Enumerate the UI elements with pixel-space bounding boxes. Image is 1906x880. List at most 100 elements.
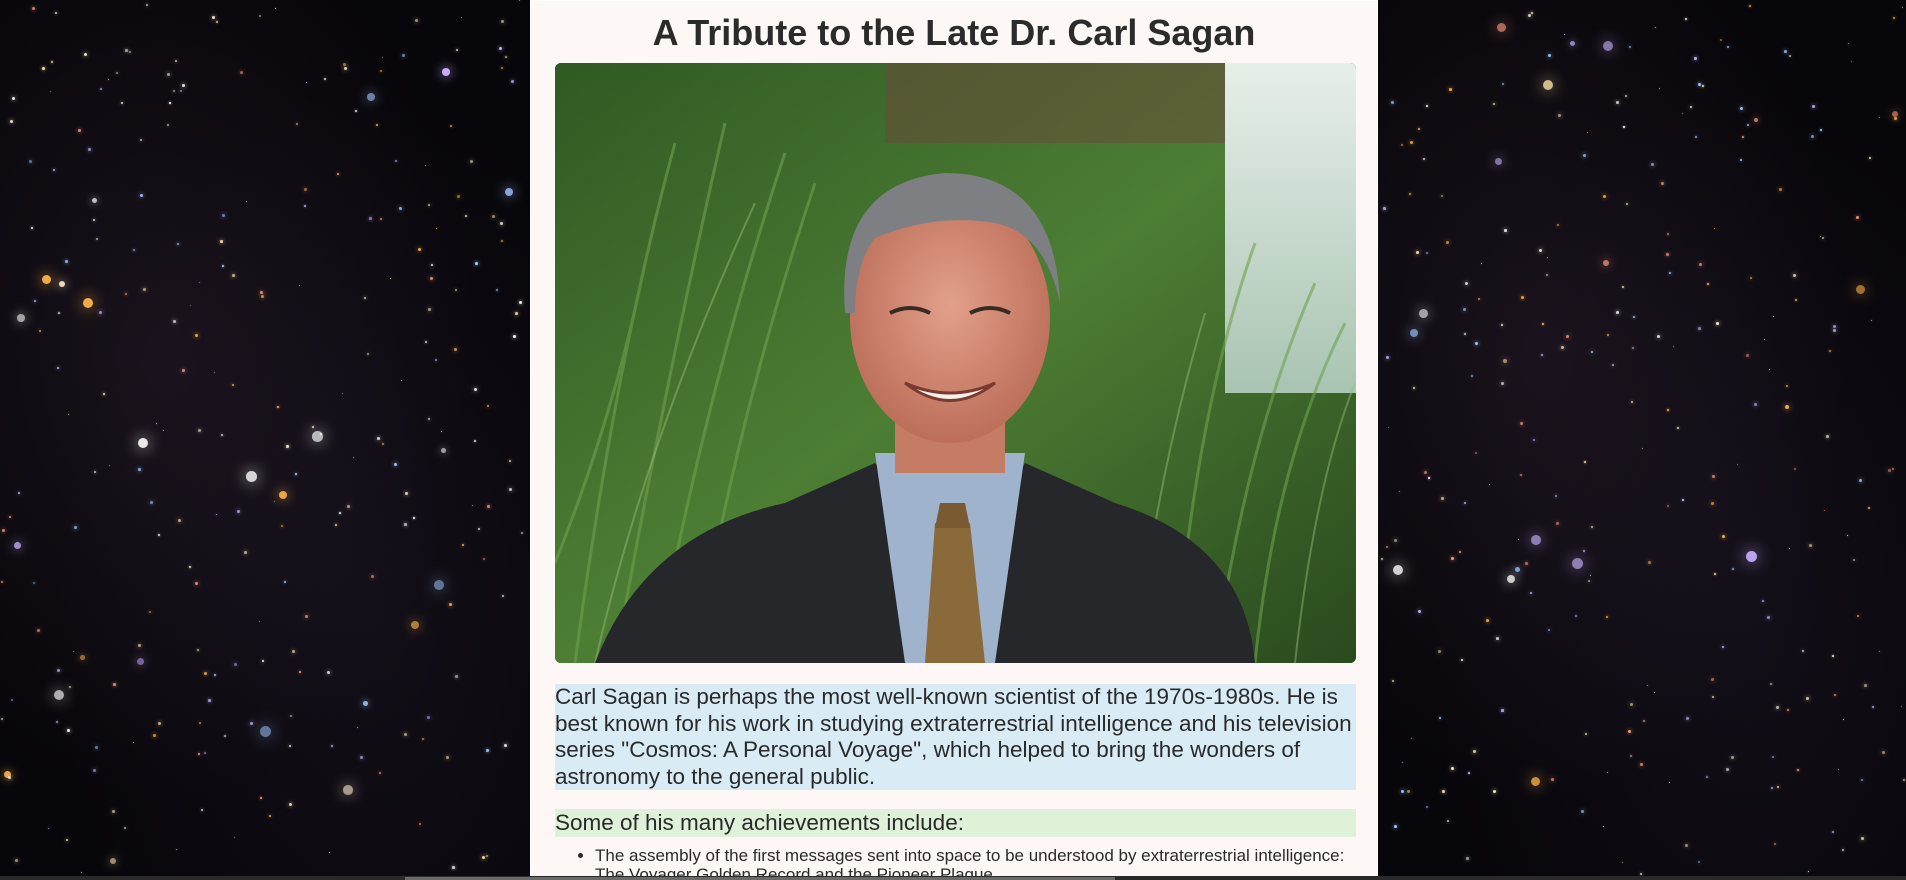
star-dot [1750, 277, 1753, 280]
star-dot [1856, 216, 1859, 219]
star-dot [431, 264, 434, 267]
star-dot [306, 82, 308, 84]
star-dot [1381, 558, 1383, 560]
star-dot [436, 228, 438, 230]
star-dot [505, 188, 514, 197]
star-dot [1625, 95, 1627, 97]
star-dot [404, 523, 407, 526]
star-dot [222, 265, 224, 267]
star-dot [1451, 557, 1454, 560]
star-dot [54, 690, 65, 701]
star-dot [1820, 129, 1822, 131]
star-dot [1603, 195, 1607, 199]
star-dot [474, 388, 478, 392]
star-dot [1391, 101, 1395, 105]
horizontal-scrollbar[interactable] [0, 876, 1906, 880]
star-dot [1438, 650, 1442, 654]
star-dot [1616, 311, 1619, 314]
star-dot [519, 0, 521, 2]
star-dot [1872, 706, 1874, 708]
star-dot [357, 727, 358, 728]
star-dot [367, 353, 369, 355]
star-dot [446, 756, 450, 760]
star-dot [1446, 241, 1450, 245]
star-dot [59, 281, 66, 288]
star-dot [324, 78, 326, 80]
star-dot [411, 621, 419, 629]
star-dot [138, 644, 142, 648]
star-dot [1583, 154, 1587, 158]
star-dot [1772, 756, 1775, 759]
star-dot [1542, 323, 1544, 325]
star-dot [1426, 806, 1429, 809]
star-dot [237, 510, 240, 513]
star-dot [304, 205, 306, 207]
star-dot [1493, 790, 1497, 794]
star-dot [1785, 405, 1790, 410]
star-dot [189, 566, 191, 568]
star-dot [504, 744, 507, 747]
star-dot [499, 47, 502, 50]
star-dot [1622, 286, 1624, 288]
star-dot [1754, 118, 1759, 123]
star-dot [1628, 730, 1631, 733]
star-dot [1629, 46, 1631, 48]
star-dot [1413, 387, 1415, 389]
star-dot [1843, 719, 1845, 721]
star-dot [1631, 401, 1634, 404]
star-dot [29, 160, 33, 164]
star-dot [1702, 85, 1704, 87]
star-dot [1797, 769, 1799, 771]
star-dot [133, 742, 135, 744]
star-dot [295, 473, 297, 475]
star-dot [125, 293, 128, 296]
star-dot [1740, 107, 1744, 111]
star-dot [1588, 580, 1591, 583]
star-dot [1468, 772, 1470, 774]
star-dot [1495, 158, 1503, 166]
star-dot [31, 227, 33, 229]
star-dot [232, 384, 235, 387]
star-dot [1901, 706, 1902, 707]
star-dot [182, 84, 186, 88]
star-dot [1471, 375, 1473, 377]
star-dot [50, 91, 52, 93]
star-dot [1809, 544, 1812, 547]
star-dot [1383, 207, 1386, 210]
star-dot [1418, 128, 1421, 131]
star-dot [175, 60, 178, 63]
star-dot [478, 528, 481, 531]
star-dot [1503, 359, 1508, 364]
star-dot [1784, 50, 1787, 53]
star-dot [515, 312, 518, 315]
star-dot [369, 217, 372, 220]
star-dot [1428, 477, 1430, 479]
star-dot [1518, 539, 1520, 541]
star-dot [1603, 826, 1605, 828]
star-dot [441, 431, 443, 433]
star-dot [216, 514, 218, 516]
star-dot [486, 749, 489, 752]
star-dot [51, 61, 53, 63]
star-dot [1829, 350, 1831, 352]
star-dot [221, 434, 223, 436]
star-dot [94, 471, 97, 474]
star-dot [1834, 694, 1837, 697]
star-dot [377, 437, 380, 440]
star-dot [58, 312, 60, 314]
star-dot [474, 440, 476, 442]
star-dot [1747, 124, 1749, 126]
star-dot [48, 828, 50, 830]
star-dot [1669, 782, 1671, 784]
star-dot [1771, 787, 1774, 790]
star-dot [1616, 101, 1619, 104]
star-dot [1869, 157, 1872, 160]
star-dot [108, 79, 110, 81]
star-dot [1585, 733, 1588, 736]
star-dot [99, 311, 103, 315]
star-dot [299, 671, 301, 673]
star-dot [234, 663, 238, 667]
star-dot [1647, 685, 1649, 687]
star-dot [259, 621, 261, 623]
star-dot [1449, 88, 1452, 91]
